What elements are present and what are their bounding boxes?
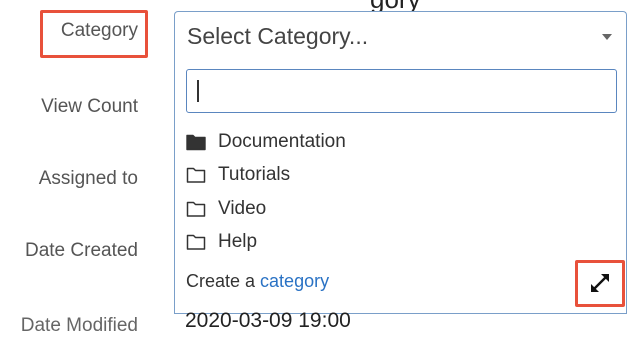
date-modified-value: 2020-03-09 19:00	[185, 309, 351, 332]
resize-highlight-box	[575, 260, 625, 307]
category-select-value: Select Category...	[187, 23, 369, 49]
date-modified-label: Date Modified	[20, 315, 138, 336]
folder-outline-icon	[186, 167, 206, 183]
category-select[interactable]: Select Category...	[174, 11, 627, 61]
dropdown-item-documentation[interactable]: Documentation	[186, 127, 346, 157]
dropdown-item-label: Tutorials	[218, 164, 291, 185]
category-search-input[interactable]	[186, 69, 617, 113]
dropdown-item-label: Documentation	[218, 131, 346, 152]
dropdown-item-label: Help	[218, 231, 258, 252]
folder-outline-icon	[186, 234, 206, 250]
category-dropdown: Documentation Tutorials Video Help Creat…	[174, 61, 627, 314]
caret-down-icon[interactable]	[602, 34, 612, 40]
view-count-label: View Count	[41, 96, 138, 117]
date-created-label: Date Created	[24, 240, 138, 261]
text-cursor	[197, 80, 199, 102]
create-category-prefix: Create a	[186, 271, 261, 291]
dropdown-item-tutorials[interactable]: Tutorials	[186, 160, 290, 190]
category-highlight-box	[40, 10, 148, 58]
folder-outline-icon	[186, 201, 206, 217]
create-category-row: Create a category	[186, 271, 329, 292]
dropdown-item-help[interactable]: Help	[186, 227, 257, 257]
folder-filled-icon	[186, 134, 206, 151]
dropdown-item-label: Video	[218, 198, 267, 219]
dropdown-item-video[interactable]: Video	[186, 194, 266, 224]
assigned-to-label: Assigned to	[38, 168, 138, 189]
create-category-link[interactable]: category	[260, 271, 329, 291]
